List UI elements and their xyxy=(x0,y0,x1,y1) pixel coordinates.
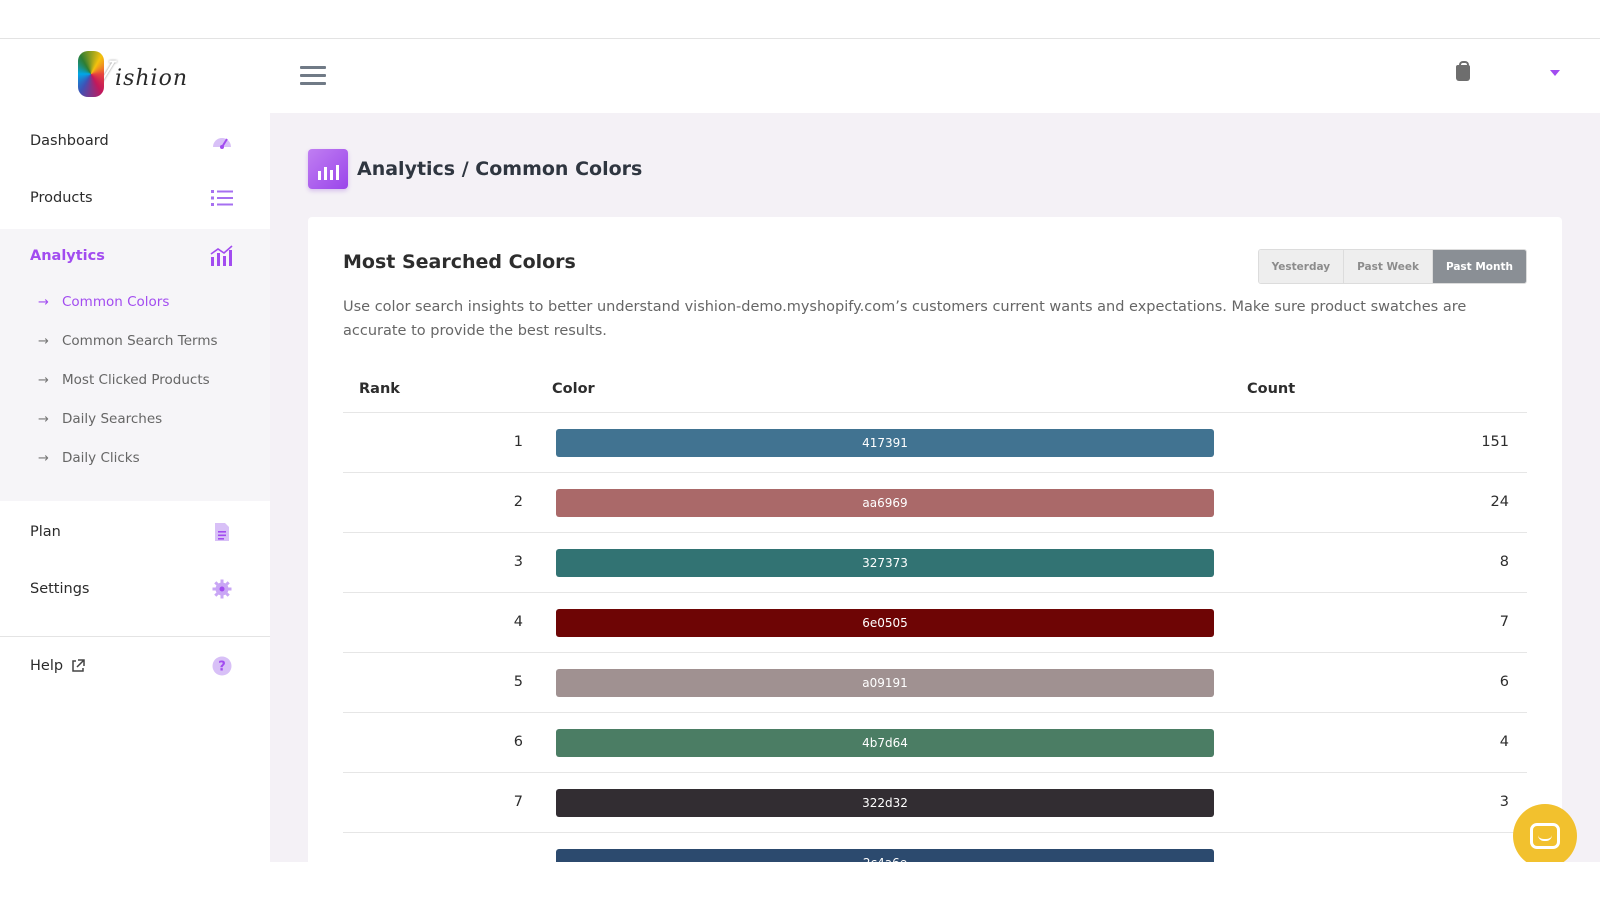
count-cell: 3 xyxy=(1499,794,1509,810)
shopify-bag-icon xyxy=(1456,61,1470,81)
color-swatch: 4b7d64 xyxy=(556,729,1214,757)
table-row: 2c4a6e xyxy=(343,833,1527,862)
help-icon: ? xyxy=(210,654,234,678)
table-row: 1 417391 151 xyxy=(343,413,1527,473)
gear-icon xyxy=(210,577,234,601)
count-cell: 6 xyxy=(1499,674,1509,690)
sidebar-subitem-label: Common Search Terms xyxy=(62,333,218,349)
rank-cell: 3 xyxy=(513,554,523,570)
card-description: Use color search insights to better unde… xyxy=(343,299,1467,339)
list-icon xyxy=(210,186,234,210)
external-link-icon xyxy=(71,659,85,673)
logo[interactable]: Vishion xyxy=(78,49,188,99)
arrow-right-icon: → xyxy=(38,450,49,466)
rank-cell: 7 xyxy=(513,794,523,810)
table-header: Rank Color Count xyxy=(343,365,1527,413)
rank-cell: 4 xyxy=(513,614,523,630)
arrow-right-icon: → xyxy=(38,294,49,310)
count-cell: 151 xyxy=(1481,434,1509,450)
speedometer-icon xyxy=(210,129,234,153)
most-searched-colors-card: Most Searched Colors Yesterday Past Week… xyxy=(308,217,1562,862)
sidebar-item-label: Settings xyxy=(30,581,90,597)
sidebar-subitem-common-search-terms[interactable]: → Common Search Terms xyxy=(38,333,218,349)
range-past-week-button[interactable]: Past Week xyxy=(1344,250,1433,283)
sidebar-subitem-daily-searches[interactable]: → Daily Searches xyxy=(38,411,162,427)
logo-mark xyxy=(78,51,104,97)
sidebar-subitem-common-colors[interactable]: → Common Colors xyxy=(38,294,169,310)
sidebar-subitem-label: Daily Searches xyxy=(62,411,163,427)
table-row: 6 4b7d64 4 xyxy=(343,713,1527,773)
logo-word: ishion xyxy=(115,66,188,91)
sidebar-subitem-label: Daily Clicks xyxy=(62,450,140,466)
main-content: Analytics / Common Colors Most Searched … xyxy=(270,113,1600,862)
sidebar-subitem-label: Common Colors xyxy=(62,294,170,310)
sidebar-item-dashboard[interactable]: Dashboard xyxy=(0,113,270,169)
page-title: Analytics / Common Colors xyxy=(357,158,643,180)
arrow-right-icon: → xyxy=(38,333,49,349)
color-swatch: 327373 xyxy=(556,549,1214,577)
document-icon xyxy=(210,520,234,544)
app-frame: Vishion Dashboard Products Analytics xyxy=(0,38,1600,862)
svg-text:?: ? xyxy=(218,660,226,675)
column-header-color: Color xyxy=(552,381,595,397)
sidebar-subitem-daily-clicks[interactable]: → Daily Clicks xyxy=(38,450,140,466)
chevron-down-icon xyxy=(1550,70,1560,76)
count-cell: 4 xyxy=(1499,734,1509,750)
table-row: 4 6e0505 7 xyxy=(343,593,1527,653)
arrow-right-icon: → xyxy=(38,411,49,427)
sidebar: Vishion Dashboard Products Analytics xyxy=(0,39,270,862)
range-past-month-button[interactable]: Past Month xyxy=(1432,250,1526,283)
help-label-wrap: Help xyxy=(30,658,85,674)
color-swatch: aa6969 xyxy=(556,489,1214,517)
sidebar-item-label: Dashboard xyxy=(30,133,109,149)
table-body: 1 417391 151 2 aa6969 24 3 327373 8 4 6e0505 7 5 a091… xyxy=(343,413,1527,862)
sidebar-item-plan[interactable]: Plan xyxy=(0,504,270,560)
column-header-count: Count xyxy=(1247,381,1296,397)
count-cell: 24 xyxy=(1490,494,1509,510)
color-swatch: 2c4a6e xyxy=(556,849,1214,862)
bar-chart-icon xyxy=(210,244,234,268)
analytics-group: Analytics → Common Colors → Common Searc… xyxy=(0,229,270,501)
color-swatch: a09191 xyxy=(556,669,1214,697)
column-header-rank: Rank xyxy=(359,381,400,397)
rank-cell: 2 xyxy=(513,494,523,510)
sidebar-item-label: Plan xyxy=(30,524,61,540)
card-title: Most Searched Colors xyxy=(343,251,576,273)
rank-cell: 1 xyxy=(513,434,523,450)
color-swatch: 417391 xyxy=(556,429,1214,457)
rank-cell: 5 xyxy=(513,674,523,690)
chat-launcher-button[interactable] xyxy=(1513,804,1577,862)
colors-table: Rank Color Count 1 417391 151 2 aa6969 24 3 327… xyxy=(343,365,1527,862)
date-range-selector: Yesterday Past Week Past Month xyxy=(1257,249,1527,284)
sidebar-subitem-label: Most Clicked Products xyxy=(62,372,210,388)
count-cell: 8 xyxy=(1499,554,1509,570)
arrow-right-icon: → xyxy=(38,372,49,388)
range-yesterday-button[interactable]: Yesterday xyxy=(1258,250,1345,283)
chat-icon xyxy=(1530,823,1560,849)
top-header xyxy=(270,39,1600,113)
rank-cell: 6 xyxy=(513,734,523,750)
sidebar-item-label: Products xyxy=(30,190,93,206)
sidebar-item-products[interactable]: Products xyxy=(0,170,270,226)
sidebar-item-help[interactable]: Help ? xyxy=(0,636,270,696)
color-swatch: 322d32 xyxy=(556,789,1214,817)
sidebar-item-analytics[interactable]: Analytics xyxy=(0,228,270,284)
table-row: 7 322d32 3 xyxy=(343,773,1527,833)
page-header: Analytics / Common Colors xyxy=(308,149,642,189)
sidebar-item-label: Help xyxy=(30,658,64,674)
sidebar-item-label: Analytics xyxy=(30,248,105,264)
analytics-page-icon xyxy=(308,149,348,189)
hamburger-menu-icon[interactable] xyxy=(300,66,326,86)
sidebar-item-settings[interactable]: Settings xyxy=(0,561,270,617)
count-cell: 7 xyxy=(1499,614,1509,630)
store-dropdown[interactable] xyxy=(1456,61,1560,81)
table-row: 5 a09191 6 xyxy=(343,653,1527,713)
color-swatch: 6e0505 xyxy=(556,609,1214,637)
table-row: 2 aa6969 24 xyxy=(343,473,1527,533)
sidebar-subitem-most-clicked-products[interactable]: → Most Clicked Products xyxy=(38,372,210,388)
table-row: 3 327373 8 xyxy=(343,533,1527,593)
